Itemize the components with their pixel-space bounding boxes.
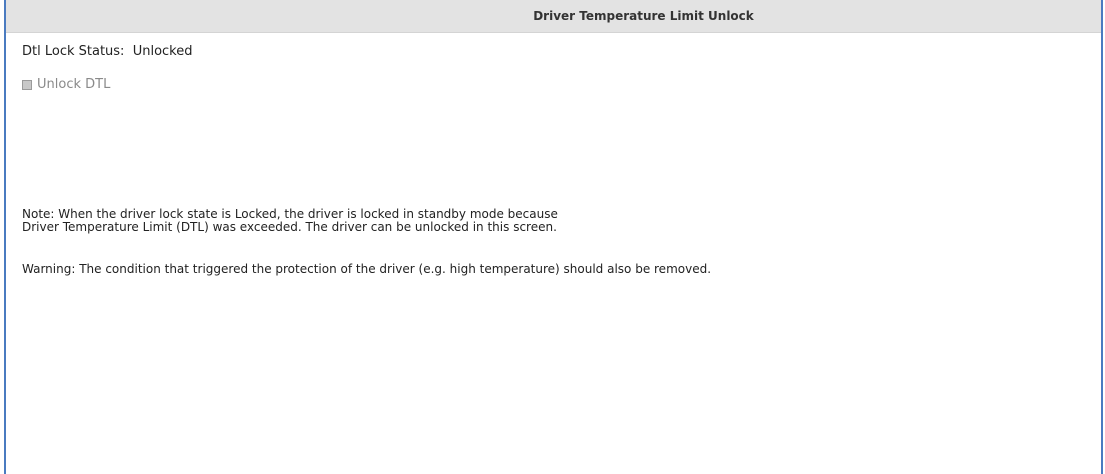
panel-title: Driver Temperature Limit Unlock xyxy=(6,0,1101,33)
lock-status-value: Unlocked xyxy=(132,44,193,59)
note-line-1: Note: When the driver lock state is Lock… xyxy=(22,207,558,221)
unlock-dtl-label: Unlock DTL xyxy=(37,77,111,92)
unlock-dtl-option[interactable]: Unlock DTL xyxy=(22,77,110,92)
warning-text: Warning: The condition that triggered th… xyxy=(22,262,712,276)
lock-status-row: Dtl Lock Status: Unlocked xyxy=(22,44,193,59)
dtl-unlock-panel: Driver Temperature Limit Unlock Dtl Lock… xyxy=(4,0,1103,474)
unlock-dtl-checkbox[interactable] xyxy=(22,79,32,90)
note-text: Note: When the driver lock state is Lock… xyxy=(22,208,558,234)
lock-status-label: Dtl Lock Status: xyxy=(22,44,125,59)
note-line-2: Driver Temperature Limit (DTL) was excee… xyxy=(22,220,557,234)
